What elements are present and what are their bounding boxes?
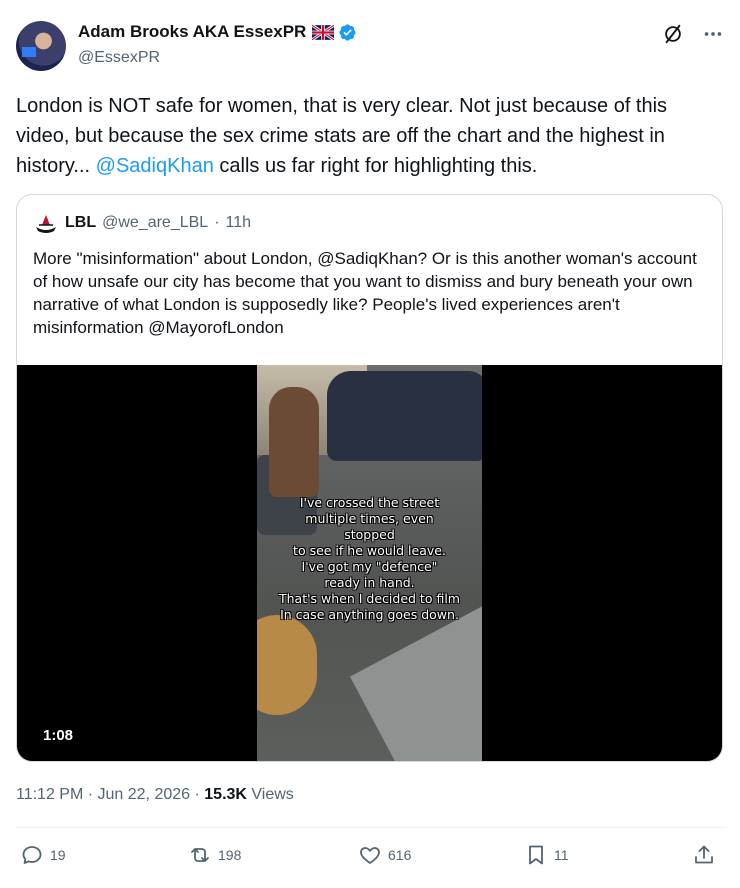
action-bar: 19 198 616 11 (16, 843, 724, 873)
repost-count: 198 (218, 847, 242, 863)
like-count: 616 (388, 847, 412, 863)
lbl-avatar[interactable] (33, 211, 59, 235)
more-icon[interactable] (702, 23, 724, 45)
reply-icon (22, 846, 42, 864)
tweet-header: Adam Brooks AKA EssexPR @EssexPR (16, 19, 724, 73)
share-icon (695, 845, 713, 864)
heart-icon (360, 847, 380, 864)
caption-line: I've got my "defence" (301, 559, 438, 574)
views-label: Views (246, 786, 294, 803)
caption-line: That's when I decided to film (279, 591, 460, 606)
quote-header: LBL @we_are_LBL · 11h (33, 211, 251, 235)
bookmark-button[interactable]: 11 (524, 843, 569, 867)
reply-count: 19 (50, 847, 66, 863)
video-frame: I've crossed the street multiple times, … (257, 365, 482, 761)
tweet-text-part: calls us far right for highlighting this… (213, 155, 538, 177)
tweet-text: London is NOT safe for women, that is ve… (16, 91, 722, 181)
quote-text: More "misinformation" about London, @Sad… (33, 249, 697, 337)
post-time[interactable]: 11:12 PM · Jun 22, 2026 · (16, 786, 204, 803)
avatar[interactable] (16, 21, 66, 71)
video-caption: I've crossed the street multiple times, … (257, 495, 482, 623)
views-count: 15.3K (204, 786, 247, 803)
share-button[interactable] (692, 843, 716, 867)
divider (16, 827, 724, 828)
video-player[interactable]: I've crossed the street multiple times, … (17, 365, 722, 761)
repost-icon (191, 848, 209, 862)
separator: · (214, 214, 220, 231)
caption-line: I've crossed the street (299, 495, 440, 510)
quote-time[interactable]: 11h (226, 214, 252, 232)
author-display-name[interactable]: Adam Brooks AKA EssexPR (78, 22, 306, 42)
video-duration: 1:08 (33, 725, 84, 746)
mention-link[interactable]: @SadiqKhan (96, 155, 214, 177)
quoted-tweet[interactable]: LBL @we_are_LBL · 11h More "misinformati… (16, 194, 723, 762)
bookmark-count: 11 (554, 847, 569, 863)
quote-author-handle[interactable]: @we_are_LBL (102, 214, 208, 232)
caption-line: multiple times, even (305, 511, 434, 526)
bookmark-icon (529, 845, 543, 865)
tweet-metadata: 11:12 PM · Jun 22, 2026 · 15.3K Views (16, 786, 294, 804)
like-button[interactable]: 616 (358, 843, 411, 867)
caption-line: In case anything goes down. (280, 607, 459, 622)
quote-author-name[interactable]: LBL (65, 214, 96, 232)
verified-badge-icon[interactable] (338, 23, 357, 42)
author-handle[interactable]: @EssexPR (78, 49, 160, 67)
reply-button[interactable]: 19 (20, 843, 66, 867)
author-name-line: Adam Brooks AKA EssexPR (78, 22, 357, 42)
caption-line: to see if he would leave. (293, 543, 446, 558)
caption-line: stopped (344, 527, 395, 542)
caption-line: ready in hand. (324, 575, 415, 590)
grok-icon[interactable] (662, 23, 684, 45)
repost-button[interactable]: 198 (188, 843, 241, 867)
uk-flag-icon (312, 24, 335, 40)
